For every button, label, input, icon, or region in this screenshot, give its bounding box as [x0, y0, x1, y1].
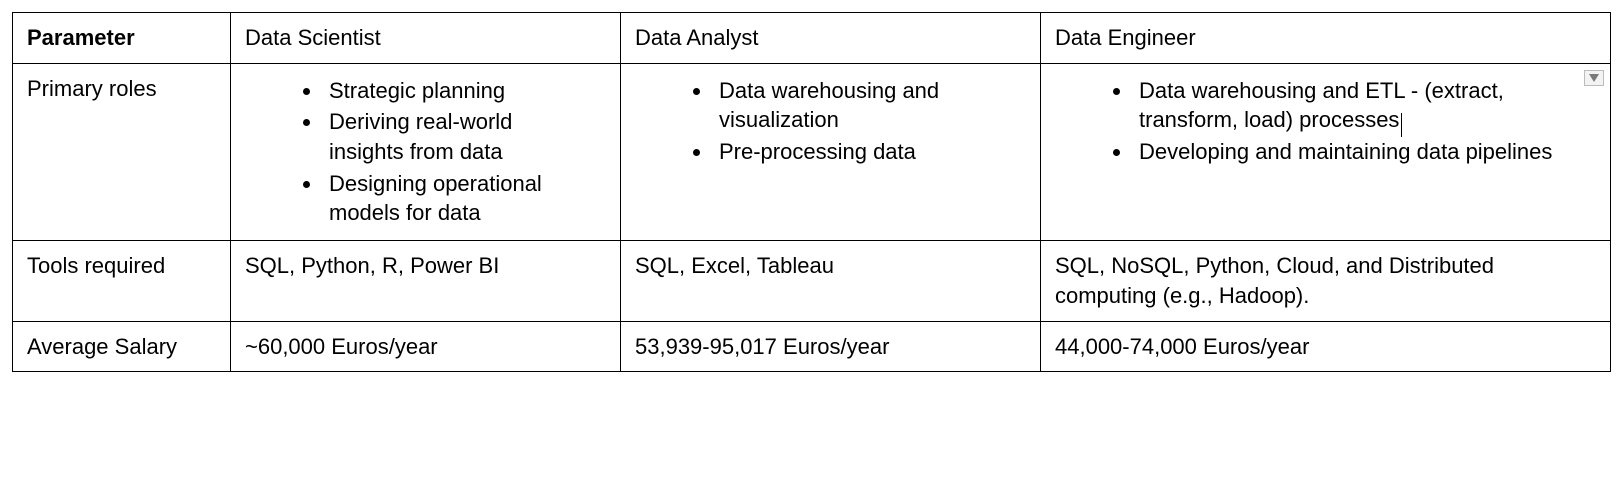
cell-analyst-salary: 53,939-95,017 Euros/year	[621, 321, 1041, 372]
cell-label-tools: Tools required	[13, 241, 231, 321]
bullet-item: Data warehousing and ETL - (extract, tra…	[1133, 76, 1556, 135]
bullet-item: Deriving real-world insights from data	[323, 107, 566, 166]
header-parameter: Parameter	[13, 13, 231, 64]
cell-label-salary: Average Salary	[13, 321, 231, 372]
dropdown-arrow-icon[interactable]	[1584, 70, 1604, 86]
cell-scientist-tools: SQL, Python, R, Power BI	[231, 241, 621, 321]
cell-scientist-primary-roles: Strategic planning Deriving real-world i…	[231, 63, 621, 240]
bullet-item: Designing operational models for data	[323, 169, 566, 228]
bullet-item: Strategic planning	[323, 76, 566, 106]
bullet-item: Data warehousing and visualization	[713, 76, 986, 135]
cell-label-primary-roles: Primary roles	[13, 63, 231, 240]
comparison-table: Parameter Data Scientist Data Analyst Da…	[12, 12, 1611, 372]
bullet-list: Data warehousing and visualization Pre-p…	[635, 76, 1026, 167]
cell-analyst-tools: SQL, Excel, Tableau	[621, 241, 1041, 321]
cell-scientist-salary: ~60,000 Euros/year	[231, 321, 621, 372]
header-data-scientist: Data Scientist	[231, 13, 621, 64]
row-tools-required: Tools required SQL, Python, R, Power BI …	[13, 241, 1611, 321]
header-data-analyst: Data Analyst	[621, 13, 1041, 64]
cell-engineer-primary-roles[interactable]: Data warehousing and ETL - (extract, tra…	[1041, 63, 1611, 240]
text-cursor	[1401, 113, 1402, 137]
bullet-text: Data warehousing and ETL - (extract, tra…	[1139, 78, 1504, 133]
bullet-list: Data warehousing and ETL - (extract, tra…	[1055, 76, 1596, 167]
header-data-engineer: Data Engineer	[1041, 13, 1611, 64]
table-header-row: Parameter Data Scientist Data Analyst Da…	[13, 13, 1611, 64]
cell-engineer-salary: 44,000-74,000 Euros/year	[1041, 321, 1611, 372]
row-primary-roles: Primary roles Strategic planning Derivin…	[13, 63, 1611, 240]
cell-analyst-primary-roles: Data warehousing and visualization Pre-p…	[621, 63, 1041, 240]
bullet-list: Strategic planning Deriving real-world i…	[245, 76, 606, 228]
bullet-item: Pre-processing data	[713, 137, 986, 167]
row-average-salary: Average Salary ~60,000 Euros/year 53,939…	[13, 321, 1611, 372]
cell-engineer-tools: SQL, NoSQL, Python, Cloud, and Distribut…	[1041, 241, 1611, 321]
bullet-item: Developing and maintaining data pipeline…	[1133, 137, 1556, 167]
